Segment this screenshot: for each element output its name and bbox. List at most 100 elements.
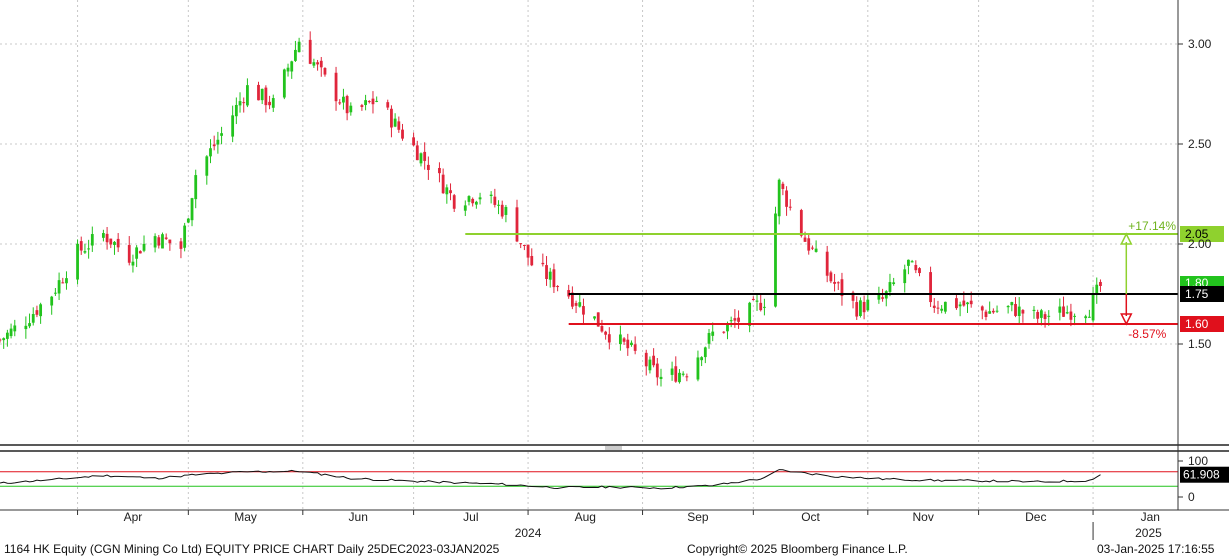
candle-body <box>105 233 109 243</box>
candle-body <box>157 237 161 246</box>
candle-body <box>504 206 508 215</box>
rsi-y-tick-label: 0 <box>1188 490 1195 504</box>
candle-body <box>445 187 449 195</box>
y-tick-label: 2.50 <box>1188 137 1212 151</box>
candle-body <box>814 248 818 252</box>
candle-body <box>308 39 312 64</box>
candle-body <box>918 268 921 274</box>
candle-body <box>90 234 94 246</box>
candle-body <box>76 243 79 280</box>
candle-body <box>729 320 733 322</box>
candle-body <box>79 241 83 251</box>
candle-body <box>375 100 379 102</box>
candle-body <box>622 338 626 342</box>
candle-body <box>737 317 740 322</box>
candle-body <box>526 244 530 258</box>
candle-body <box>467 196 471 202</box>
candle-body <box>593 316 596 319</box>
candle-body <box>670 368 674 375</box>
candle-body <box>268 101 271 106</box>
candle-body <box>1058 306 1062 313</box>
candle-body <box>493 196 497 205</box>
candle-body <box>113 241 116 245</box>
candle-body <box>28 323 31 327</box>
x-tick-label: Aug <box>575 510 596 524</box>
candle-body <box>696 357 700 380</box>
candle-body <box>87 248 91 250</box>
candle-body <box>426 164 430 170</box>
candle-body <box>1047 315 1051 317</box>
candle-body <box>138 251 142 254</box>
candle-body <box>788 206 792 208</box>
x-tick-label: Nov <box>913 510 934 524</box>
candle-body <box>242 102 246 104</box>
candle-body <box>1036 312 1040 319</box>
candle-body <box>604 331 608 335</box>
candle-body <box>282 69 286 98</box>
upside-annotation: +17.14% <box>1128 219 1176 233</box>
candle-body <box>825 251 829 276</box>
candle-body <box>345 96 349 114</box>
candle-body <box>164 237 168 239</box>
candle-body <box>264 87 268 106</box>
candle-body <box>50 296 54 306</box>
candle-body <box>1084 316 1088 319</box>
candle-body <box>1062 306 1065 317</box>
candle-body <box>811 247 814 249</box>
candle-body <box>781 183 785 189</box>
candle-body <box>633 344 637 351</box>
candle-body <box>401 129 404 139</box>
candle-body <box>681 373 685 375</box>
candle-body <box>707 333 711 344</box>
candle-body <box>83 251 87 253</box>
candle-body <box>519 243 523 245</box>
candle-body <box>600 326 604 332</box>
candle-body <box>991 310 995 313</box>
candle-body <box>367 101 371 103</box>
year-label: 2025 <box>1135 526 1162 540</box>
candle-body <box>943 301 947 312</box>
candle-body <box>515 207 519 242</box>
candle-body <box>995 310 999 312</box>
candle-body <box>807 238 811 251</box>
candle-body <box>1099 281 1102 286</box>
candle-body <box>294 49 297 61</box>
candle-body <box>101 233 105 238</box>
rsi-value-label: 61.908 <box>1183 468 1220 482</box>
x-tick-label: May <box>234 510 257 524</box>
candle-body <box>478 197 482 200</box>
candle-body <box>497 204 500 206</box>
candle-body <box>57 280 61 294</box>
candle-body <box>914 264 918 271</box>
candle-body <box>334 72 338 102</box>
candle-body <box>1043 314 1047 320</box>
copyright-text: Copyright© 2025 Bloomberg Finance L.P. <box>687 542 908 556</box>
candle-body <box>530 255 534 266</box>
candle-body <box>231 115 235 137</box>
candle-body <box>678 372 681 383</box>
candle-body <box>39 304 43 317</box>
candle-body <box>907 259 910 266</box>
candle-body <box>415 145 419 161</box>
y-tick-label: 2.00 <box>1188 237 1212 251</box>
candle-body <box>866 299 870 311</box>
candle-body <box>711 331 715 336</box>
candle-body <box>1032 309 1036 311</box>
candle-body <box>474 201 478 205</box>
candle-body <box>582 306 585 315</box>
candle-body <box>13 325 17 332</box>
candle-body <box>153 236 157 248</box>
candle-body <box>205 156 209 176</box>
candle-body <box>618 334 622 345</box>
candle-body <box>194 175 198 200</box>
candle-body <box>1010 302 1014 306</box>
candle-body <box>238 101 242 106</box>
candle-body <box>116 238 120 248</box>
candle-body <box>297 41 301 53</box>
candle-body <box>733 318 737 321</box>
candle-body <box>803 237 807 242</box>
candle-body <box>212 144 216 147</box>
candle-body <box>452 195 456 209</box>
candle-body <box>833 281 836 284</box>
candle-body <box>1087 316 1091 318</box>
